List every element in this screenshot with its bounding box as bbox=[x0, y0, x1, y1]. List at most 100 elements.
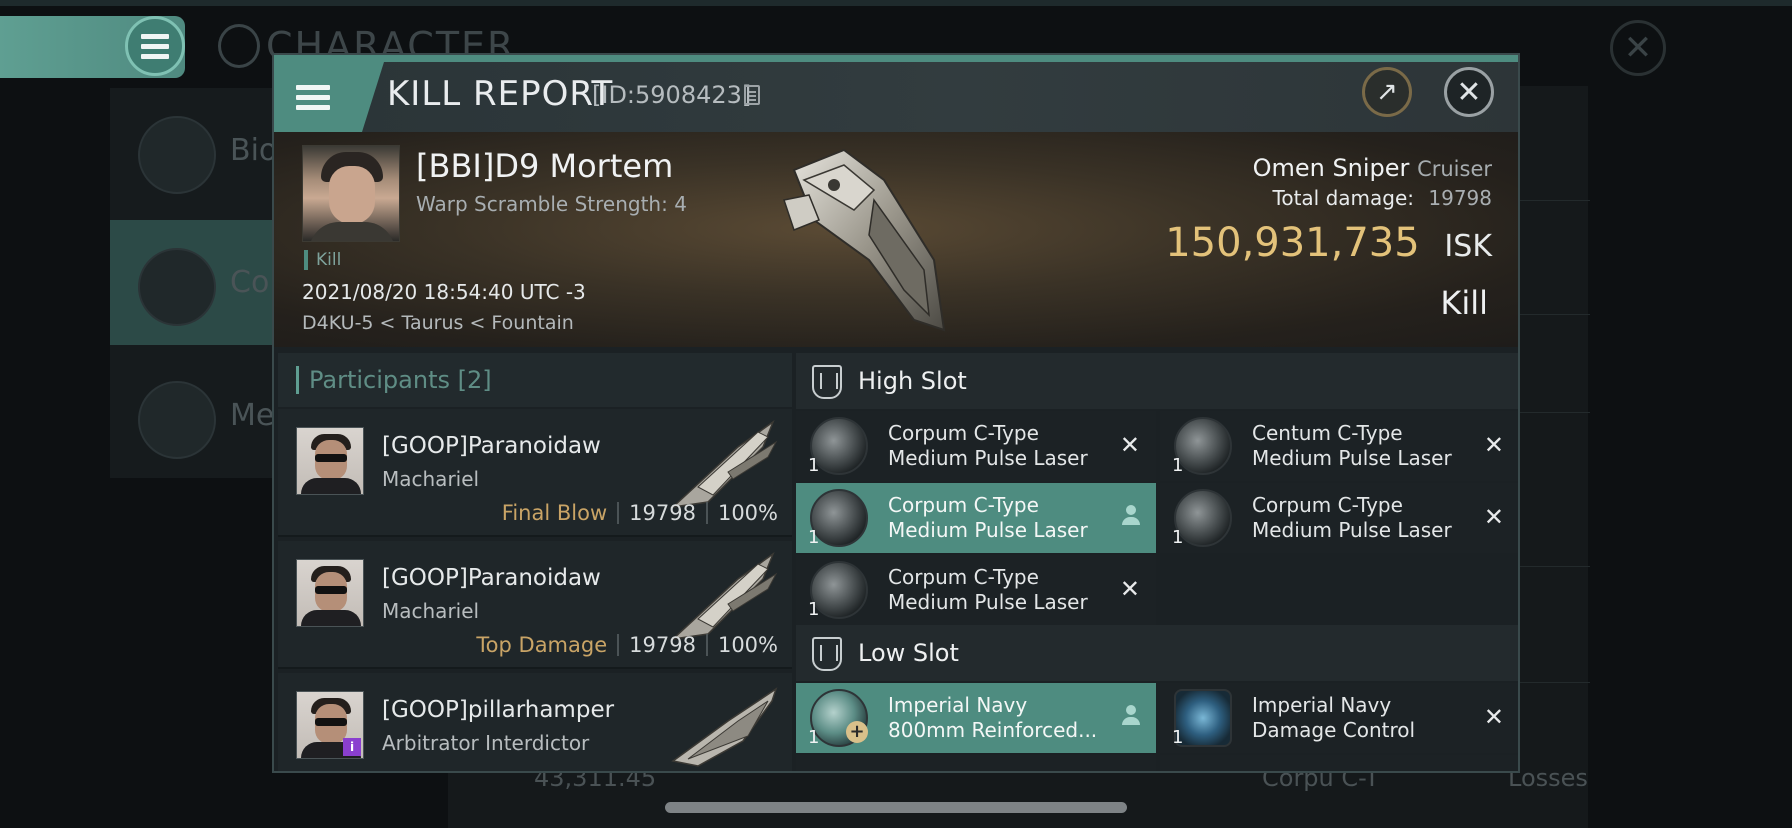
victim-banner: [BBI]D9 Mortem Warp Scramble Strength: 4… bbox=[274, 132, 1518, 347]
module-item-partial[interactable] bbox=[796, 755, 1156, 771]
participant-row[interactable]: [GOOP]Paranoidaw Machariel Final Blow 19… bbox=[278, 409, 792, 537]
participant-damage: 19798 bbox=[629, 633, 696, 657]
participants-label: Participants bbox=[309, 366, 450, 394]
kill-id: [ID:5908423] bbox=[592, 81, 752, 109]
kill-datetime: 2021/08/20 18:54:40 UTC -3 bbox=[302, 280, 586, 304]
hamburger-icon bbox=[141, 33, 169, 59]
module-item[interactable]: 1 Corpum C-Type Medium Pulse Laser ✕ bbox=[796, 411, 1156, 481]
participant-role: Final Blow bbox=[501, 501, 608, 525]
low-slot-label: Low Slot bbox=[858, 639, 959, 667]
share-button[interactable]: ↗ bbox=[1362, 67, 1412, 117]
module-quantity: 1 bbox=[1172, 727, 1184, 748]
background-close-button[interactable]: ✕ bbox=[1610, 20, 1666, 76]
victim-ship-image[interactable] bbox=[774, 140, 974, 340]
module-name: Corpum C-Type Medium Pulse Laser bbox=[888, 421, 1088, 470]
destroyed-icon: ✕ bbox=[1483, 431, 1504, 459]
participant-percent: 100% bbox=[717, 633, 778, 657]
kill-tag: Kill bbox=[304, 250, 341, 270]
participant-ship: Machariel bbox=[382, 467, 480, 491]
high-slot-label: High Slot bbox=[858, 367, 967, 395]
module-name: Imperial Navy 800mm Reinforced... bbox=[888, 693, 1098, 742]
module-name: Imperial Navy Damage Control bbox=[1252, 693, 1416, 742]
module-item[interactable]: 1 Corpum C-Type Medium Pulse Laser ✕ bbox=[1160, 483, 1518, 553]
high-slot-header: High Slot bbox=[796, 353, 1518, 409]
fitting-panel: High Slot 1 Corpum C-Type Medium Pulse L… bbox=[796, 353, 1518, 771]
ship-name[interactable]: Omen Sniper bbox=[1253, 154, 1410, 182]
top-accent-line bbox=[0, 0, 1792, 6]
module-quantity: 1 bbox=[808, 455, 820, 476]
kill-result: Kill bbox=[1440, 284, 1488, 322]
participants-panel: Participants [2] [GOOP]Paranoidaw Machar… bbox=[278, 353, 792, 771]
participant-ship: Arbitrator Interdictor bbox=[382, 731, 590, 755]
participant-percent: 100% bbox=[717, 501, 778, 525]
module-name: Corpum C-Type Medium Pulse Laser bbox=[888, 493, 1088, 542]
module-item[interactable]: 1 Imperial Navy Damage Control ✕ bbox=[1160, 683, 1518, 753]
module-item[interactable]: 1 Corpum C-Type Medium Pulse Laser bbox=[796, 483, 1156, 553]
isk-value: 150,931,735 bbox=[1165, 220, 1420, 266]
participant-name: [GOOP]Paranoidaw bbox=[382, 433, 601, 459]
participants-header: Participants [2] bbox=[278, 353, 792, 407]
module-quantity: 1 bbox=[808, 727, 820, 748]
module-quantity: 1 bbox=[808, 599, 820, 620]
ship-class: Cruiser bbox=[1417, 157, 1492, 181]
dropped-person-icon bbox=[1122, 505, 1140, 527]
sidebar-item-label: Me bbox=[230, 398, 275, 433]
info-badge-icon: i bbox=[343, 738, 361, 756]
avatar[interactable] bbox=[296, 559, 364, 627]
low-slot-header: Low Slot bbox=[796, 625, 1518, 681]
close-icon: ✕ bbox=[1456, 74, 1482, 110]
module-quantity: 1 bbox=[808, 527, 820, 548]
module-item-partial[interactable] bbox=[1160, 755, 1518, 771]
module-name: Corpum C-Type Medium Pulse Laser bbox=[1252, 493, 1452, 542]
destroyed-icon: ✕ bbox=[1119, 431, 1140, 459]
participants-count: [2] bbox=[457, 366, 492, 394]
vitruvian-icon bbox=[218, 24, 260, 68]
hamburger-icon bbox=[296, 84, 330, 110]
module-quantity: 1 bbox=[1172, 455, 1184, 476]
participant-damage: 19798 bbox=[629, 501, 696, 525]
total-damage-label: Total damage: bbox=[1272, 186, 1415, 210]
victim-subtitle: Warp Scramble Strength: 4 bbox=[416, 192, 687, 216]
total-damage-line: Total damage: 19798 bbox=[1273, 186, 1492, 210]
victim-name[interactable]: [BBI]D9 Mortem bbox=[416, 147, 673, 185]
module-item[interactable]: + 1 Imperial Navy 800mm Reinforced... bbox=[796, 683, 1156, 753]
isk-unit: ISK bbox=[1444, 229, 1492, 264]
kill-report-dialog: KILL REPORT [ID:5908423] ↗ ✕ [BBI]D9 Mor… bbox=[272, 53, 1520, 773]
module-name: Corpum C-Type Medium Pulse Laser bbox=[888, 565, 1088, 614]
main-menu-button[interactable] bbox=[125, 16, 185, 76]
avatar[interactable] bbox=[296, 427, 364, 495]
isk-line: 150,931,735 ISK bbox=[1165, 220, 1492, 266]
sidebar-item-label: Bio bbox=[230, 133, 278, 168]
participant-stats: Top Damage 19798 100% bbox=[476, 633, 778, 657]
total-damage-value: 19798 bbox=[1428, 186, 1492, 210]
plus-icon: + bbox=[846, 721, 868, 743]
dropped-person-icon bbox=[1122, 705, 1140, 727]
high-slot-icon bbox=[812, 365, 842, 399]
participant-stats: Final Blow 19798 100% bbox=[502, 501, 778, 525]
copy-icon[interactable] bbox=[744, 85, 760, 105]
participant-role: Top Damage bbox=[476, 633, 608, 657]
participant-ship-image bbox=[670, 551, 778, 641]
destroyed-icon: ✕ bbox=[1483, 503, 1504, 531]
star-badge-icon bbox=[138, 381, 216, 459]
module-quantity: 1 bbox=[1172, 527, 1184, 548]
participant-ship-image bbox=[671, 687, 778, 767]
list-icon bbox=[138, 116, 216, 194]
participant-row[interactable]: [GOOP]Paranoidaw Machariel Top Damage 19… bbox=[278, 541, 792, 669]
external-link-icon: ↗ bbox=[1376, 77, 1398, 107]
module-name: Centum C-Type Medium Pulse Laser bbox=[1252, 421, 1452, 470]
avatar[interactable]: i bbox=[296, 691, 364, 759]
module-item[interactable]: 1 Centum C-Type Medium Pulse Laser ✕ bbox=[1160, 411, 1518, 481]
crossed-swords-icon bbox=[138, 248, 216, 326]
destroyed-icon: ✕ bbox=[1483, 703, 1504, 731]
victim-portrait[interactable] bbox=[302, 145, 400, 242]
participant-row[interactable]: i [GOOP]pillarhamper Arbitrator Interdic… bbox=[278, 673, 792, 771]
participant-name: [GOOP]Paranoidaw bbox=[382, 565, 601, 591]
module-item[interactable]: 1 Corpum C-Type Medium Pulse Laser ✕ bbox=[796, 555, 1156, 625]
close-button[interactable]: ✕ bbox=[1444, 67, 1494, 117]
kill-location[interactable]: D4KU-5 < Taurus < Fountain bbox=[302, 312, 574, 334]
home-indicator[interactable] bbox=[665, 802, 1127, 813]
participant-ship-image bbox=[670, 419, 778, 509]
participant-name: [GOOP]pillarhamper bbox=[382, 697, 615, 723]
participant-ship: Machariel bbox=[382, 599, 480, 623]
